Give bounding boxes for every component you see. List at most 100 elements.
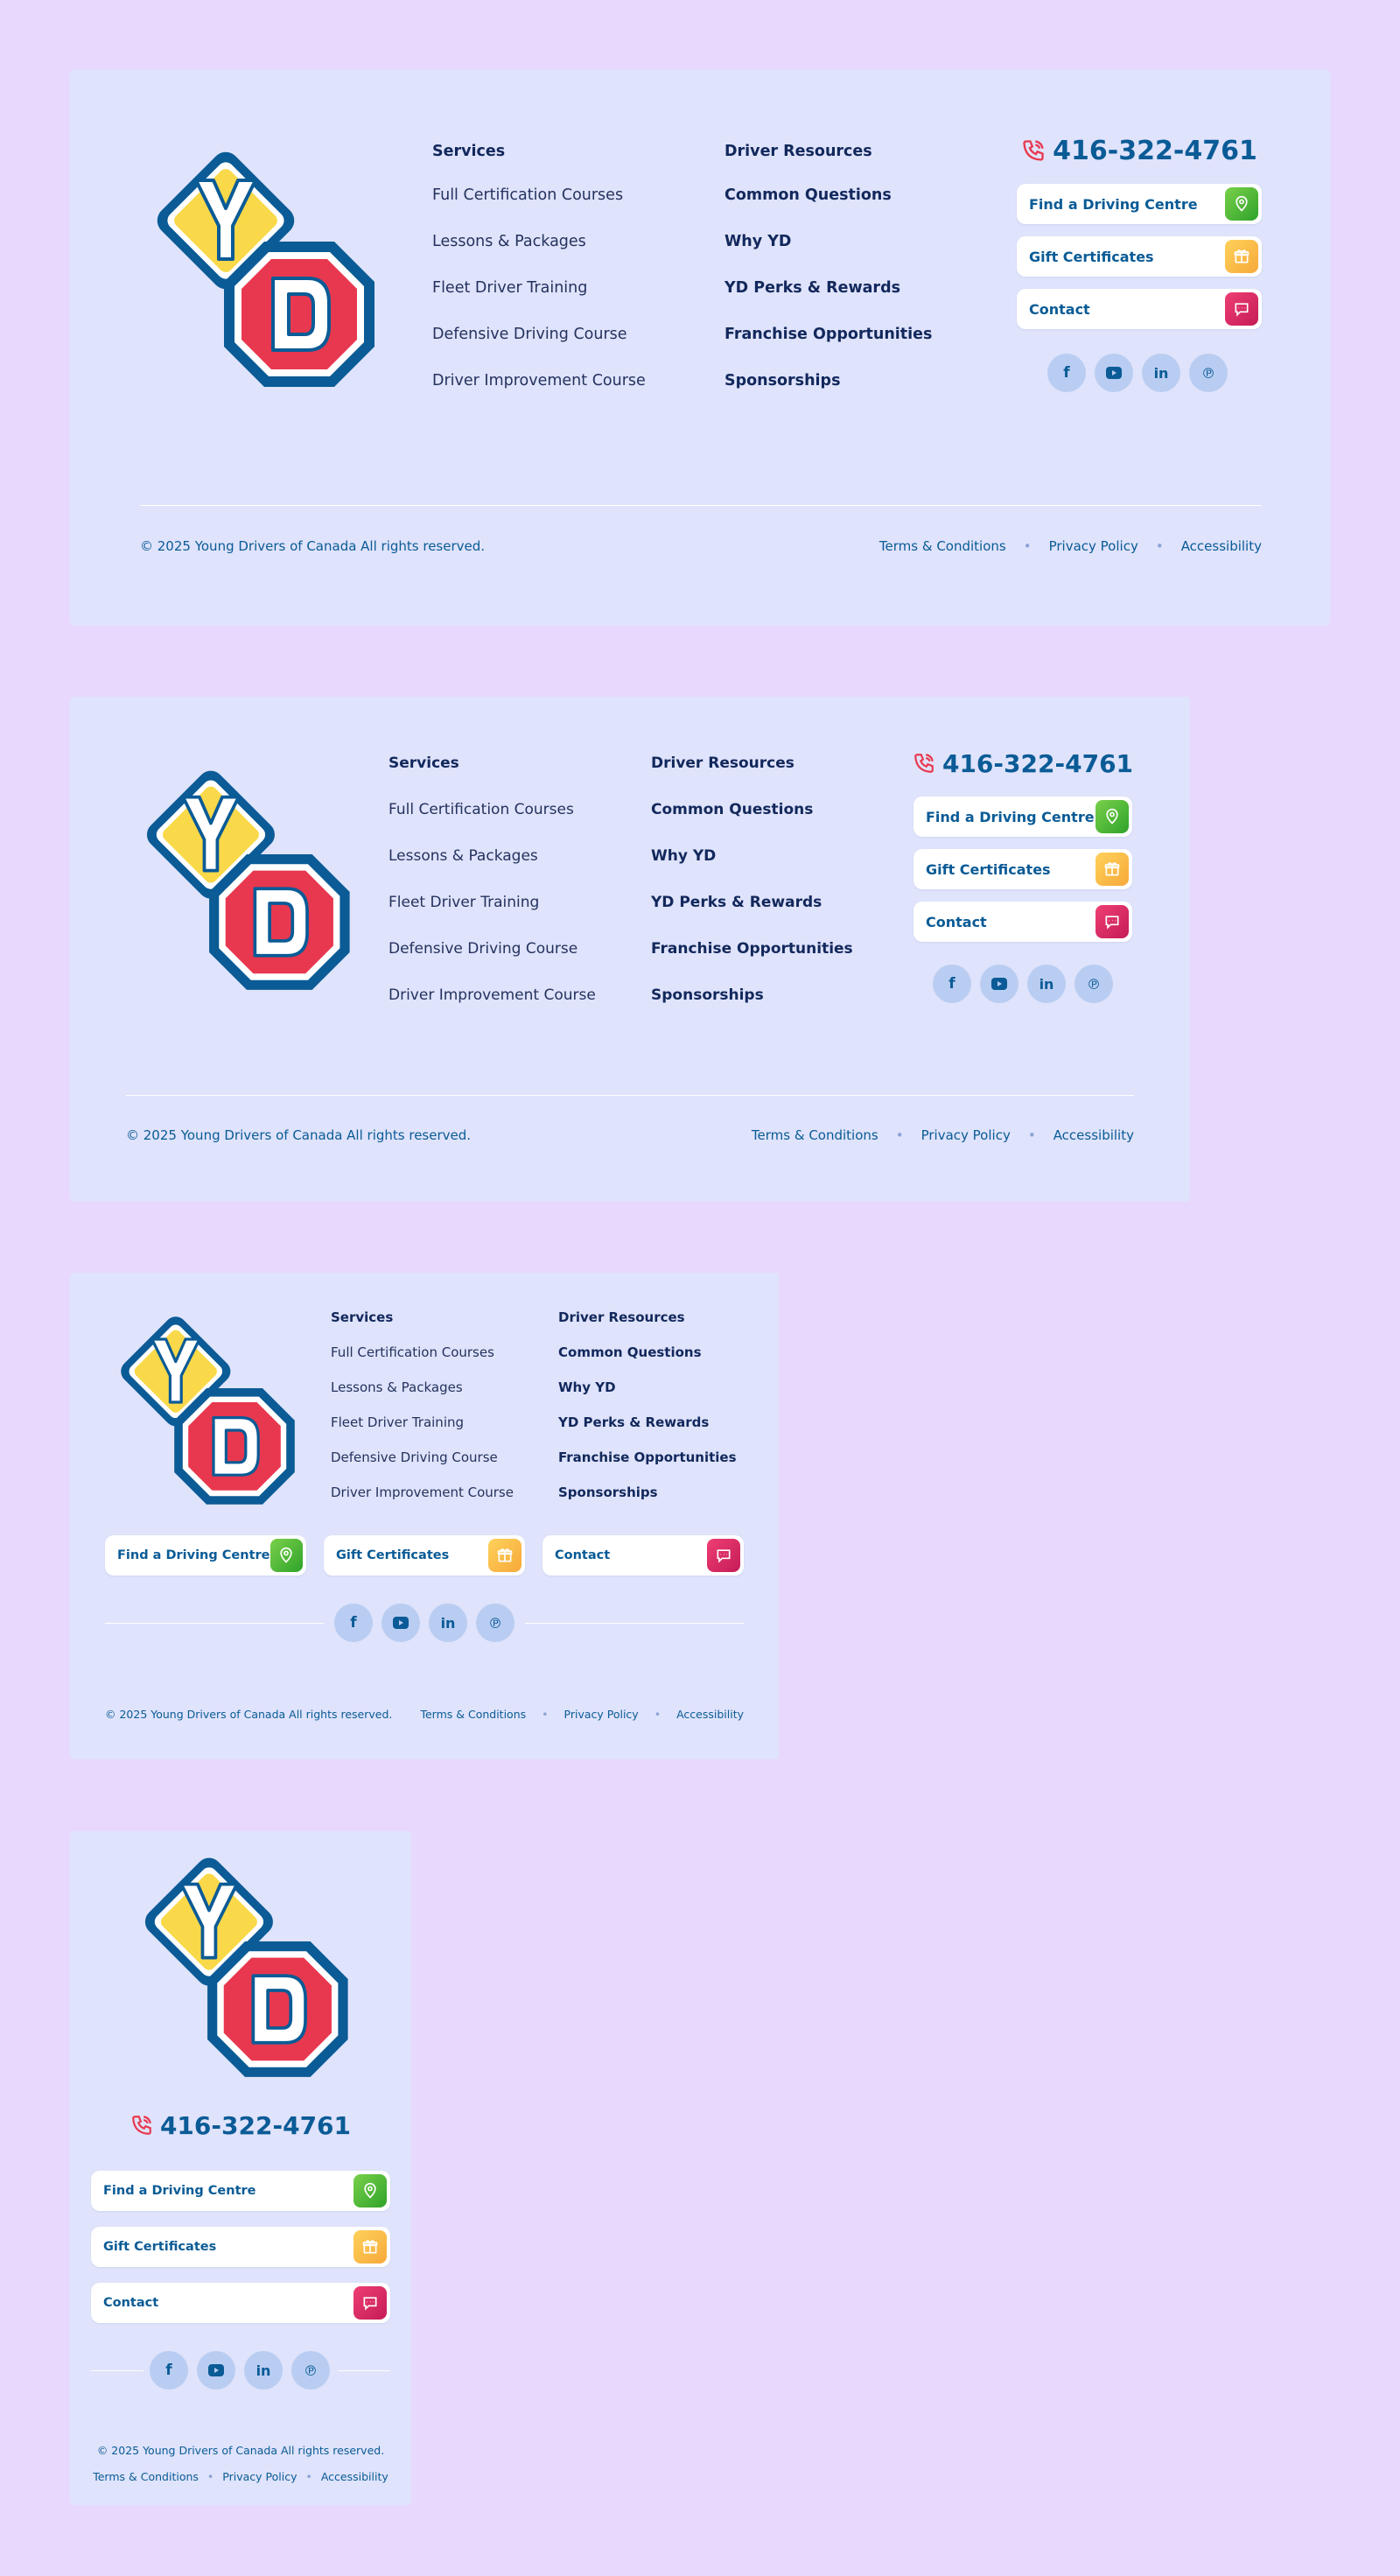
- chat-icon: [354, 2286, 387, 2320]
- services-link-defensive[interactable]: Defensive Driving Course: [432, 326, 646, 343]
- terms-link[interactable]: Terms & Conditions: [93, 2470, 199, 2483]
- services-link-defensive[interactable]: Defensive Driving Course: [388, 940, 596, 958]
- youtube-icon[interactable]: [980, 965, 1018, 1003]
- services-link-fleet[interactable]: Fleet Driver Training: [388, 894, 596, 911]
- footer-divider: [140, 505, 1262, 506]
- services-link-improvement[interactable]: Driver Improvement Course: [432, 372, 646, 390]
- separator-dot: •: [1155, 538, 1164, 554]
- find-driving-centre-button[interactable]: Find a Driving Centre: [105, 1535, 306, 1576]
- resources-link-franchise[interactable]: Franchise Opportunities: [724, 326, 932, 343]
- facebook-icon[interactable]: f: [334, 1604, 373, 1642]
- map-pin-icon: [1225, 187, 1258, 221]
- contact-button[interactable]: Contact: [1017, 289, 1262, 329]
- pinterest-icon[interactable]: ℗: [1074, 965, 1113, 1003]
- resources-link-perks[interactable]: YD Perks & Rewards: [651, 894, 853, 911]
- resources-link-questions[interactable]: Common Questions: [651, 801, 853, 818]
- pinterest-icon[interactable]: ℗: [291, 2351, 330, 2390]
- linkedin-icon[interactable]: in: [244, 2351, 283, 2390]
- youtube-icon[interactable]: [382, 1604, 420, 1642]
- services-link-lessons[interactable]: Lessons & Packages: [331, 1379, 514, 1395]
- accessibility-link[interactable]: Accessibility: [321, 2470, 388, 2483]
- brand-logo[interactable]: [102, 1304, 312, 1514]
- resources-link-why-yd[interactable]: Why YD: [724, 233, 932, 250]
- separator-dot: •: [206, 2470, 214, 2483]
- find-driving-centre-button[interactable]: Find a Driving Centre: [1017, 184, 1262, 224]
- resources-link-sponsorships[interactable]: Sponsorships: [651, 986, 853, 1004]
- services-heading: Services: [331, 1309, 394, 1325]
- resources-link-perks[interactable]: YD Perks & Rewards: [724, 279, 932, 297]
- services-link-fleet[interactable]: Fleet Driver Training: [331, 1414, 514, 1430]
- copyright: © 2025 Young Drivers of Canada All right…: [140, 538, 486, 554]
- gift-certificates-button[interactable]: Gift Certificates: [91, 2227, 390, 2267]
- privacy-link[interactable]: Privacy Policy: [1049, 538, 1138, 554]
- privacy-link[interactable]: Privacy Policy: [564, 1708, 639, 1721]
- services-link-improvement[interactable]: Driver Improvement Course: [331, 1485, 514, 1500]
- gift-certificates-button[interactable]: Gift Certificates: [1017, 236, 1262, 277]
- brand-logo[interactable]: [124, 756, 369, 1001]
- youtube-icon[interactable]: [1095, 354, 1133, 392]
- brand-logo[interactable]: [133, 137, 396, 399]
- services-link-improvement[interactable]: Driver Improvement Course: [388, 986, 596, 1004]
- youtube-icon[interactable]: [197, 2351, 235, 2390]
- legal-links: Terms & Conditions • Privacy Policy • Ac…: [420, 1708, 744, 1721]
- facebook-icon[interactable]: f: [150, 2351, 188, 2390]
- find-driving-centre-button[interactable]: Find a Driving Centre: [91, 2171, 390, 2211]
- terms-link[interactable]: Terms & Conditions: [879, 538, 1006, 554]
- contact-label: Contact: [555, 1548, 611, 1562]
- resources-link-questions[interactable]: Common Questions: [724, 186, 932, 204]
- services-link-certification[interactable]: Full Certification Courses: [388, 801, 596, 818]
- phone-number-text: 416-322-4761: [159, 2110, 352, 2140]
- linkedin-icon[interactable]: in: [429, 1604, 467, 1642]
- gift-icon: [1096, 853, 1129, 886]
- services-link-fleet[interactable]: Fleet Driver Training: [432, 279, 646, 297]
- contact-label: Contact: [926, 913, 987, 930]
- services-link-defensive[interactable]: Defensive Driving Course: [331, 1449, 514, 1465]
- find-driving-centre-label: Find a Driving Centre: [117, 1548, 270, 1562]
- terms-link[interactable]: Terms & Conditions: [420, 1708, 526, 1721]
- social-links: f in ℗: [334, 1604, 514, 1642]
- services-link-lessons[interactable]: Lessons & Packages: [388, 847, 596, 865]
- logo-d-octagon: [209, 854, 350, 990]
- resources-link-sponsorships[interactable]: Sponsorships: [558, 1485, 737, 1500]
- contact-button[interactable]: Contact: [914, 902, 1132, 942]
- resources-link-sponsorships[interactable]: Sponsorships: [724, 372, 932, 390]
- facebook-icon[interactable]: f: [933, 965, 971, 1003]
- copyright: © 2025 Young Drivers of Canada All right…: [96, 2444, 385, 2457]
- resources-link-perks[interactable]: YD Perks & Rewards: [558, 1414, 737, 1430]
- resources-link-why-yd[interactable]: Why YD: [651, 847, 853, 865]
- terms-link[interactable]: Terms & Conditions: [752, 1127, 878, 1143]
- phone-number[interactable]: 416-322-4761: [1017, 133, 1262, 168]
- resources-column: Driver Resources Common Questions Why YD…: [651, 755, 853, 1004]
- resources-link-why-yd[interactable]: Why YD: [558, 1379, 737, 1395]
- linkedin-icon[interactable]: in: [1027, 965, 1066, 1003]
- resources-link-franchise[interactable]: Franchise Opportunities: [558, 1449, 737, 1465]
- brand-logo[interactable]: [122, 1843, 368, 2088]
- linkedin-icon[interactable]: in: [1142, 354, 1180, 392]
- pinterest-icon[interactable]: ℗: [476, 1604, 514, 1642]
- phone-number[interactable]: 416-322-4761: [91, 2108, 390, 2143]
- accessibility-link[interactable]: Accessibility: [1054, 1127, 1134, 1143]
- separator-dot: •: [542, 1708, 549, 1721]
- privacy-link[interactable]: Privacy Policy: [222, 2470, 297, 2483]
- copyright: © 2025 Young Drivers of Canada All right…: [105, 1708, 393, 1721]
- resources-link-franchise[interactable]: Franchise Opportunities: [651, 940, 853, 958]
- resources-link-questions[interactable]: Common Questions: [558, 1344, 737, 1360]
- accessibility-link[interactable]: Accessibility: [676, 1708, 744, 1721]
- find-driving-centre-button[interactable]: Find a Driving Centre: [914, 797, 1132, 837]
- map-pin-icon: [270, 1539, 303, 1572]
- services-link-certification[interactable]: Full Certification Courses: [331, 1344, 514, 1360]
- contact-button[interactable]: Contact: [91, 2283, 390, 2323]
- facebook-icon[interactable]: f: [1047, 354, 1086, 392]
- gift-certificates-button[interactable]: Gift Certificates: [914, 849, 1132, 889]
- services-link-lessons[interactable]: Lessons & Packages: [432, 233, 646, 250]
- services-column: Services Full Certification Courses Less…: [388, 755, 596, 1004]
- gift-certificates-button[interactable]: Gift Certificates: [324, 1535, 525, 1576]
- footer-panel-desktop: Services Full Certification Courses Less…: [70, 697, 1190, 1202]
- privacy-link[interactable]: Privacy Policy: [921, 1127, 1011, 1143]
- phone-number[interactable]: 416-322-4761: [914, 746, 1133, 781]
- services-link-certification[interactable]: Full Certification Courses: [432, 186, 646, 204]
- pinterest-icon[interactable]: ℗: [1189, 354, 1228, 392]
- contact-button[interactable]: Contact: [542, 1535, 744, 1576]
- find-driving-centre-label: Find a Driving Centre: [926, 808, 1095, 825]
- accessibility-link[interactable]: Accessibility: [1181, 538, 1262, 554]
